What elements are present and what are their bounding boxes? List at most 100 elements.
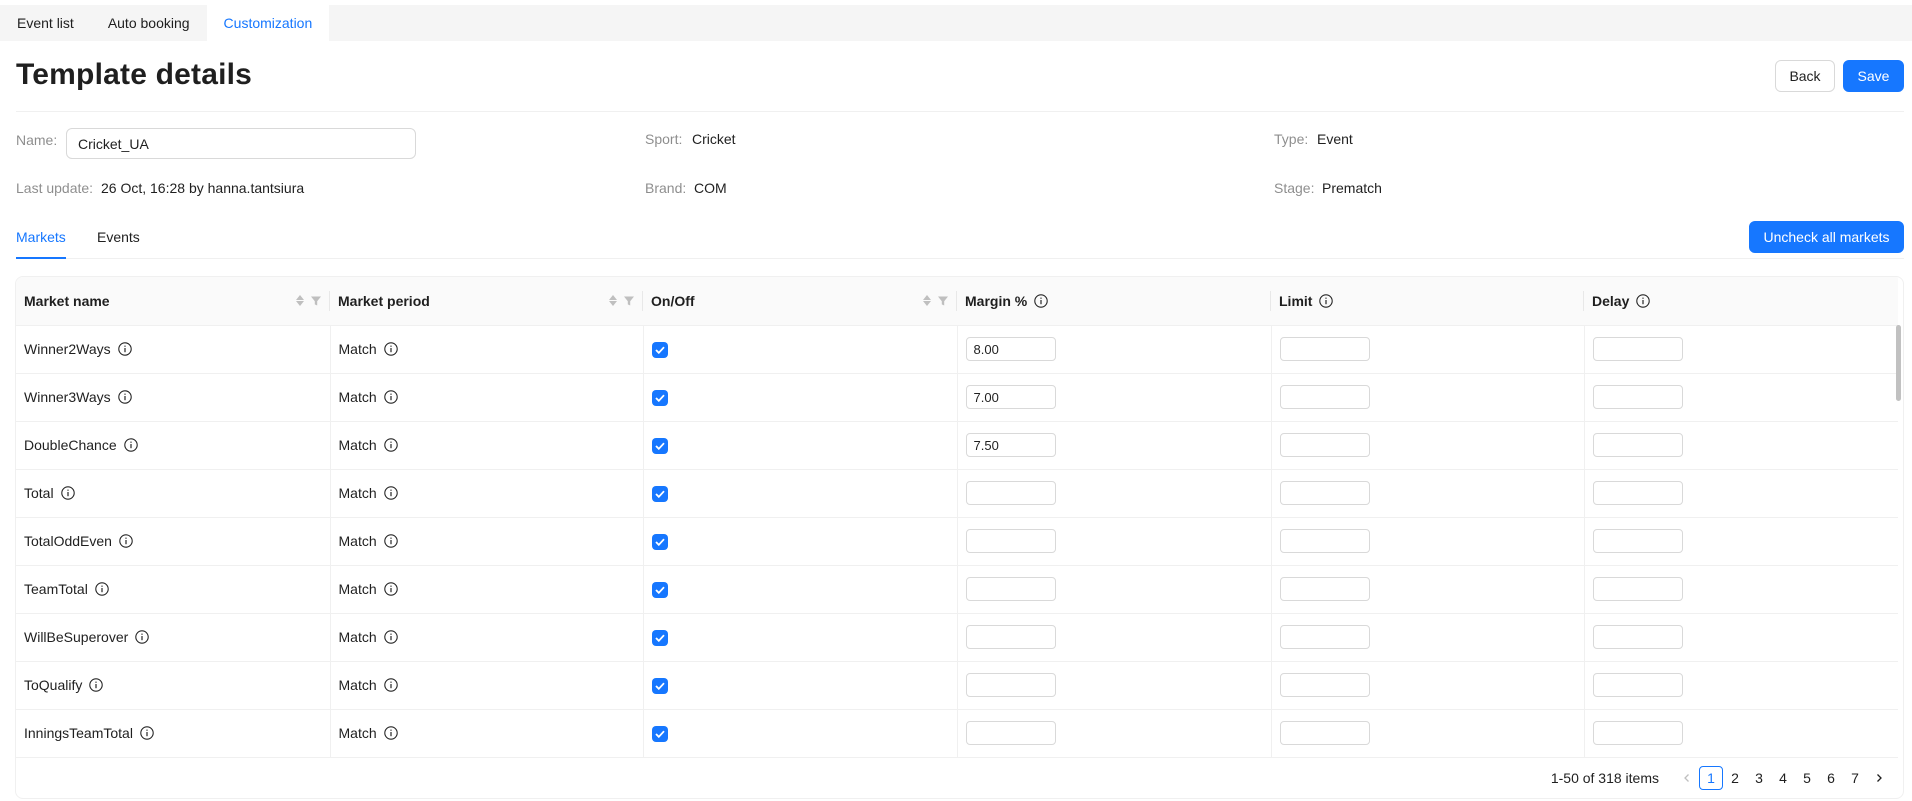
last-update-value: 26 Oct, 16:28 by hanna.tantsiura	[101, 180, 305, 196]
checkmark-icon	[654, 490, 665, 498]
info-icon[interactable]	[89, 678, 104, 692]
market-name: WillBeSuperover	[24, 629, 129, 645]
margin-input[interactable]	[965, 721, 1056, 745]
checkmark-icon	[654, 442, 665, 450]
info-icon[interactable]	[383, 630, 398, 644]
info-icon[interactable]	[1034, 294, 1048, 308]
delay-input[interactable]	[1592, 481, 1683, 505]
on-off-cell	[643, 421, 958, 470]
margin-input[interactable]	[965, 673, 1056, 697]
delay-cell	[1584, 373, 1898, 422]
delay-input[interactable]	[1592, 385, 1683, 409]
limit-input[interactable]	[1279, 625, 1370, 649]
info-icon[interactable]	[383, 438, 398, 452]
pagination-next-icon[interactable]	[1867, 766, 1891, 790]
info-icon[interactable]	[95, 582, 109, 596]
sort-icon[interactable]	[609, 295, 617, 307]
pagination-page-1[interactable]: 1	[1699, 766, 1723, 790]
filter-icon[interactable]	[623, 295, 635, 307]
info-icon[interactable]	[135, 630, 150, 644]
pagination-page-6[interactable]: 6	[1819, 766, 1843, 790]
tab-events[interactable]: Events	[97, 229, 140, 245]
pagination-page-4[interactable]: 4	[1771, 766, 1795, 790]
on-off-checkbox[interactable]	[651, 581, 668, 598]
market-period: Match	[338, 485, 377, 501]
limit-input[interactable]	[1279, 721, 1370, 745]
delay-input[interactable]	[1592, 577, 1683, 601]
back-button[interactable]: Back	[1775, 60, 1835, 92]
delay-input[interactable]	[1592, 673, 1683, 697]
delay-input[interactable]	[1592, 625, 1683, 649]
info-icon[interactable]	[1319, 294, 1334, 308]
on-off-checkbox[interactable]	[651, 677, 668, 694]
margin-input[interactable]	[965, 625, 1056, 649]
info-icon[interactable]	[383, 342, 398, 356]
pagination-prev-icon[interactable]	[1675, 766, 1699, 790]
delay-input[interactable]	[1592, 337, 1683, 361]
on-off-checkbox[interactable]	[651, 533, 668, 550]
info-icon[interactable]	[383, 534, 398, 548]
on-off-checkbox[interactable]	[651, 485, 668, 502]
limit-cell	[1271, 421, 1585, 470]
on-off-checkbox[interactable]	[651, 389, 668, 406]
limit-cell	[1271, 469, 1585, 518]
column-header-market-period[interactable]: Market period	[330, 277, 643, 326]
on-off-checkbox[interactable]	[651, 629, 668, 646]
info-icon[interactable]	[1636, 294, 1651, 308]
margin-input[interactable]	[965, 385, 1056, 409]
sort-icon[interactable]	[923, 295, 931, 307]
info-icon[interactable]	[383, 678, 398, 692]
limit-input[interactable]	[1279, 385, 1370, 409]
tab-customization[interactable]: Customization	[206, 5, 330, 41]
info-icon[interactable]	[383, 486, 398, 500]
info-icon[interactable]	[119, 534, 133, 548]
tab-auto-booking[interactable]: Auto booking	[91, 5, 207, 41]
column-header-on-off[interactable]: On/Off	[643, 277, 957, 326]
delay-input[interactable]	[1592, 529, 1683, 553]
limit-input[interactable]	[1279, 529, 1370, 553]
info-icon[interactable]	[60, 486, 75, 500]
info-icon[interactable]	[383, 582, 398, 596]
limit-input[interactable]	[1279, 673, 1370, 697]
margin-input[interactable]	[965, 481, 1056, 505]
on-off-cell	[643, 325, 958, 374]
limit-cell	[1271, 565, 1585, 614]
sort-icon[interactable]	[296, 295, 304, 307]
info-icon[interactable]	[383, 390, 398, 404]
delay-input[interactable]	[1592, 721, 1683, 745]
info-icon[interactable]	[140, 726, 154, 740]
info-icon[interactable]	[123, 438, 138, 452]
on-off-checkbox[interactable]	[651, 341, 668, 358]
filter-icon[interactable]	[937, 295, 949, 307]
uncheck-all-markets-button[interactable]: Uncheck all markets	[1749, 221, 1904, 253]
table-scrollbar[interactable]	[1896, 325, 1901, 401]
tab-event-list[interactable]: Event list	[0, 5, 91, 41]
info-icon[interactable]	[117, 390, 132, 404]
margin-input[interactable]	[965, 337, 1056, 361]
save-button[interactable]: Save	[1843, 60, 1904, 92]
margin-input[interactable]	[965, 529, 1056, 553]
on-off-checkbox[interactable]	[651, 437, 668, 454]
filter-icon[interactable]	[310, 295, 322, 307]
margin-input[interactable]	[965, 433, 1056, 457]
delay-cell	[1584, 469, 1898, 518]
delay-cell	[1584, 565, 1898, 614]
pagination-page-5[interactable]: 5	[1795, 766, 1819, 790]
margin-cell	[957, 661, 1272, 710]
pagination-page-3[interactable]: 3	[1747, 766, 1771, 790]
delay-input[interactable]	[1592, 433, 1683, 457]
pagination-page-7[interactable]: 7	[1843, 766, 1867, 790]
tab-markets[interactable]: Markets	[16, 229, 66, 245]
info-icon[interactable]	[117, 342, 132, 356]
column-header-market-name[interactable]: Market name	[16, 277, 330, 326]
pagination-page-2[interactable]: 2	[1723, 766, 1747, 790]
header-divider	[16, 111, 1904, 112]
margin-input[interactable]	[965, 577, 1056, 601]
limit-input[interactable]	[1279, 433, 1370, 457]
info-icon[interactable]	[383, 726, 398, 740]
limit-input[interactable]	[1279, 481, 1370, 505]
name-input[interactable]	[66, 128, 416, 159]
limit-input[interactable]	[1279, 577, 1370, 601]
on-off-checkbox[interactable]	[651, 725, 668, 742]
limit-input[interactable]	[1279, 337, 1370, 361]
